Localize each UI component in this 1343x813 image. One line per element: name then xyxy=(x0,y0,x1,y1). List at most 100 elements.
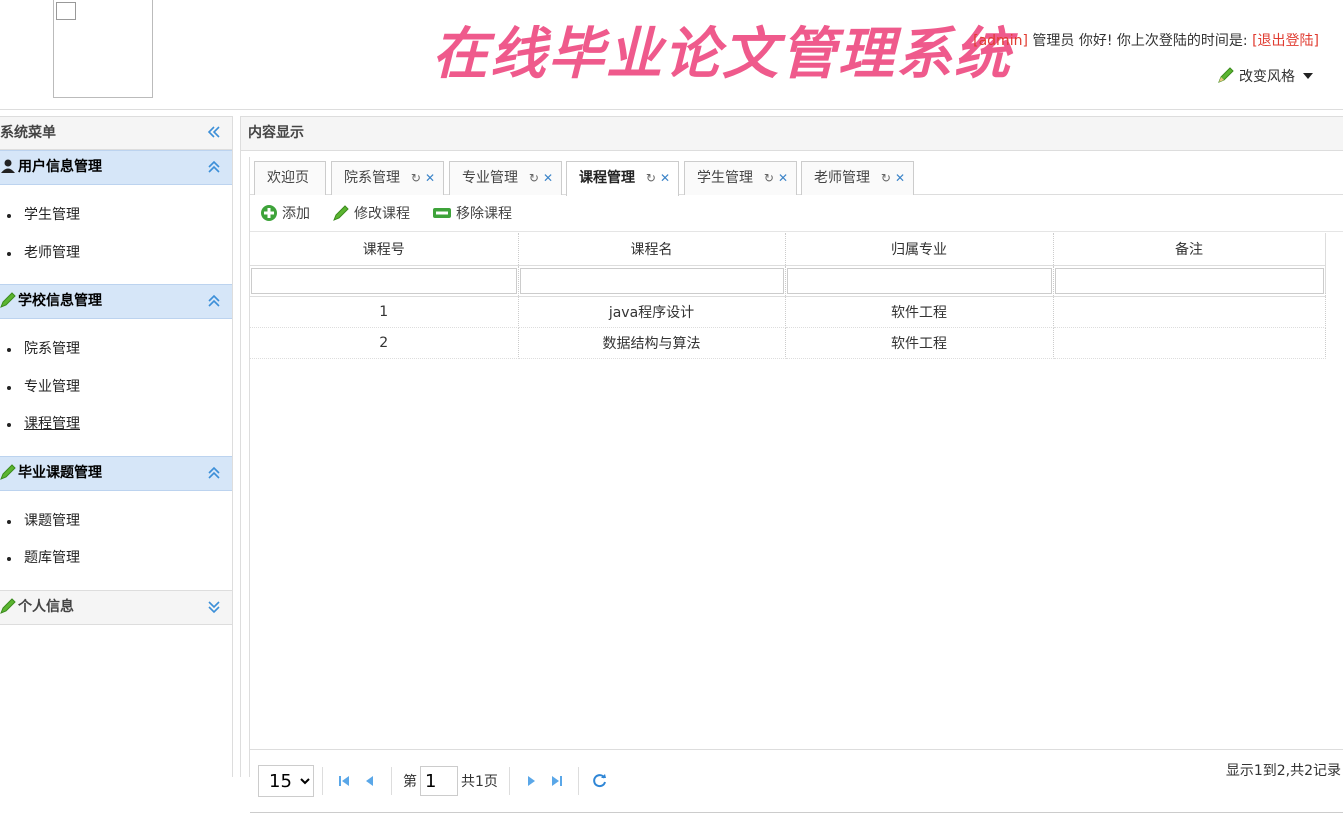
sidebar-header: 系统菜单 xyxy=(0,116,232,150)
tab-departments[interactable]: 院系管理 ↻ ✕ xyxy=(331,161,444,195)
logout-link[interactable]: [退出登陆] xyxy=(1252,33,1319,49)
table-cell: 数据结构与算法 xyxy=(518,327,786,359)
filter-input[interactable] xyxy=(251,267,517,294)
main-header: 内容显示 xyxy=(241,116,1343,151)
expand-down-icon[interactable] xyxy=(206,599,222,615)
sidebar-item-students[interactable]: 学生管理 xyxy=(0,197,232,235)
close-icon[interactable]: ✕ xyxy=(543,171,553,185)
remove-course-button[interactable]: 移除课程 xyxy=(432,203,512,223)
page-size-select[interactable]: 15 xyxy=(258,765,314,797)
last-page-icon[interactable] xyxy=(544,768,570,794)
close-icon[interactable]: ✕ xyxy=(778,171,788,185)
tab-teachers[interactable]: 老师管理 ↻ ✕ xyxy=(801,161,914,195)
user-name: [admin] xyxy=(973,33,1028,49)
group-header-school-info[interactable]: 学校信息管理 xyxy=(0,284,232,319)
change-style-button[interactable]: 改变风格 xyxy=(1217,66,1313,86)
group-header-personal-info[interactable]: 个人信息 xyxy=(0,589,232,625)
sidebar-item-topics[interactable]: 课题管理 xyxy=(0,503,232,541)
column-header[interactable]: 课程号 xyxy=(250,233,519,266)
filter-cell xyxy=(1053,265,1326,297)
sidebar-item-question-bank[interactable]: 题库管理 xyxy=(0,540,232,578)
divider xyxy=(577,767,579,795)
broken-image-icon xyxy=(56,2,76,20)
tabs-area: 欢迎页 院系管理 ↻ ✕ 专业管理 ↻ ✕ 课程管理 ↻ ✕ 学生管理 ↻ ✕ 老师管理 ↻ ✕ 添… xyxy=(249,157,1343,813)
sidebar-item-label: 课程管理 xyxy=(24,416,80,432)
refresh-icon[interactable]: ↻ xyxy=(881,171,891,185)
table-row[interactable]: 2 数据结构与算法 软件工程 xyxy=(250,327,1326,359)
table-cell: 2 xyxy=(250,327,519,359)
filter-cell xyxy=(785,265,1054,297)
toolbar: 添加 修改课程 移除课程 xyxy=(250,195,1343,232)
pencil-icon xyxy=(0,597,16,614)
page-number-input[interactable] xyxy=(420,766,458,796)
tab-label: 欢迎页 xyxy=(267,170,309,186)
tab-label: 专业管理 xyxy=(462,170,518,186)
refresh-icon[interactable] xyxy=(587,768,613,794)
sidebar-item-label: 题库管理 xyxy=(24,550,80,566)
pagination-controls: 15 第 共1页 xyxy=(258,765,613,797)
filter-input[interactable] xyxy=(786,267,1052,294)
table-row[interactable]: 1 java程序设计 软件工程 xyxy=(250,296,1326,328)
pencil-icon xyxy=(1218,67,1234,83)
tab-courses[interactable]: 课程管理 ↻ ✕ xyxy=(566,161,679,196)
refresh-icon[interactable]: ↻ xyxy=(411,171,421,185)
next-page-icon[interactable] xyxy=(518,768,544,794)
caret-down-icon xyxy=(1303,73,1313,79)
edit-course-button[interactable]: 修改课程 xyxy=(332,203,410,223)
tab-label: 学生管理 xyxy=(697,170,753,186)
collapse-up-icon[interactable] xyxy=(206,159,222,175)
table-cell: 软件工程 xyxy=(785,296,1054,328)
app-title: 在线毕业论文管理系统 xyxy=(432,21,1012,87)
tab-students[interactable]: 学生管理 ↻ ✕ xyxy=(684,161,797,195)
filter-input[interactable] xyxy=(1054,267,1324,294)
close-icon[interactable]: ✕ xyxy=(425,171,435,185)
collapse-left-icon[interactable] xyxy=(206,124,222,140)
sidebar-item-label: 院系管理 xyxy=(24,341,80,357)
column-header[interactable]: 备注 xyxy=(1053,233,1326,266)
table-cell xyxy=(1053,296,1326,328)
divider xyxy=(508,767,510,795)
grid-scroll-gutter xyxy=(1325,233,1343,293)
sidebar-item-departments[interactable]: 院系管理 xyxy=(0,331,232,369)
close-icon[interactable]: ✕ xyxy=(660,171,670,185)
sidebar-item-label: 老师管理 xyxy=(24,244,80,261)
logo xyxy=(53,0,153,98)
add-button[interactable]: 添加 xyxy=(260,203,310,223)
group-title: 个人信息 xyxy=(18,598,74,615)
refresh-icon[interactable]: ↻ xyxy=(529,171,539,185)
group-header-graduation-topics[interactable]: 毕业课题管理 xyxy=(0,455,232,491)
table-header-row: 课程号 课程名 归属专业 备注 xyxy=(250,233,1326,266)
group-title: 毕业课题管理 xyxy=(18,464,102,481)
filter-cell xyxy=(518,265,786,297)
sidebar-item-label: 课题管理 xyxy=(24,512,80,529)
greeting-text: 管理员 你好! 你上次登陆的时间是: xyxy=(1027,33,1253,49)
first-page-icon[interactable] xyxy=(331,768,357,794)
remove-icon xyxy=(433,208,451,218)
sidebar-item-majors[interactable]: 专业管理 xyxy=(0,369,232,407)
change-style-label: 改变风格 xyxy=(1239,69,1295,85)
sidebar-item-courses[interactable]: 课程管理 xyxy=(0,406,232,444)
page-total: 共1页 xyxy=(461,774,498,790)
sidebar-item-label: 专业管理 xyxy=(24,378,80,395)
table-cell: java程序设计 xyxy=(518,296,786,328)
pagination-info: 显示1到2,共2记录 xyxy=(1225,763,1341,779)
sidebar-item-teachers[interactable]: 老师管理 xyxy=(0,235,232,273)
group-header-user-info[interactable]: 用户信息管理 xyxy=(0,150,232,185)
refresh-icon[interactable]: ↻ xyxy=(646,171,656,185)
collapse-up-icon[interactable] xyxy=(206,465,222,481)
close-icon[interactable]: ✕ xyxy=(895,171,905,185)
table-cell: 1 xyxy=(250,296,519,328)
prev-page-icon[interactable] xyxy=(357,768,383,794)
refresh-icon[interactable]: ↻ xyxy=(764,171,774,185)
filter-cell xyxy=(250,265,519,297)
header: 在线毕业论文管理系统 [admin] 管理员 你好! 你上次登陆的时间是: [退… xyxy=(0,0,1343,110)
filter-input[interactable] xyxy=(519,267,784,294)
column-header[interactable]: 归属专业 xyxy=(785,233,1054,266)
table-cell: 软件工程 xyxy=(785,327,1054,359)
tab-welcome[interactable]: 欢迎页 xyxy=(254,161,326,195)
tab-majors[interactable]: 专业管理 ↻ ✕ xyxy=(449,161,562,195)
main-panel: 内容显示 欢迎页 院系管理 ↻ ✕ 专业管理 ↻ ✕ 课程管理 ↻ ✕ 学生管理 ↻ ✕ 老师管… xyxy=(240,116,1343,813)
column-header[interactable]: 课程名 xyxy=(518,233,786,266)
collapse-up-icon[interactable] xyxy=(206,293,222,309)
course-table: 课程号 课程名 归属专业 备注 1 java程序设计 软件工程 2 数据结构与算… xyxy=(250,233,1326,359)
